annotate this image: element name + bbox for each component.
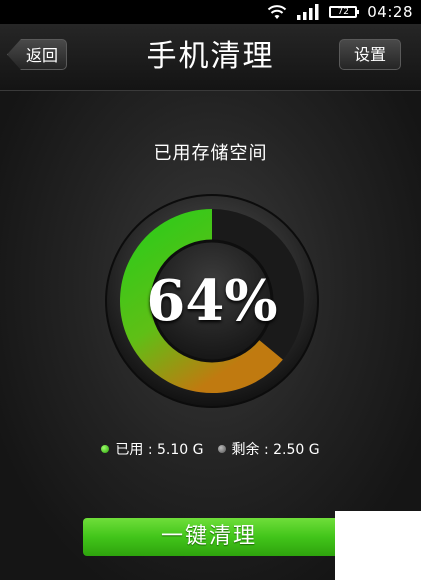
wifi-icon <box>267 4 287 20</box>
main-panel: 已用存储空间 64% 已用: 5.10 G 剩余: 2.50 G 一键清理 <box>0 91 421 580</box>
free-dot-icon <box>217 445 226 453</box>
legend-free: 剩余 : 2.50 G <box>217 439 320 459</box>
status-bar: 72 04:28 <box>0 0 421 24</box>
used-dot-icon <box>101 445 110 453</box>
used-text: 已用 : 5.10 G <box>115 442 204 458</box>
storage-gauge: 64% <box>104 193 320 409</box>
header: 返回 手机清理 设置 <box>0 24 421 91</box>
status-icons: 72 04:28 <box>267 2 413 22</box>
button-gap <box>335 511 421 580</box>
legend-used: 已用 : 5.10 G <box>101 439 204 459</box>
signal-icon <box>297 4 319 20</box>
battery-icon: 72 <box>329 6 360 18</box>
clean-button[interactable]: 一键清理 <box>83 518 335 556</box>
settings-button[interactable]: 设置 <box>339 39 401 70</box>
free-text: 剩余 : 2.50 G <box>231 442 320 458</box>
storage-label: 已用存储空间 <box>153 143 268 164</box>
status-time: 04:28 <box>367 3 413 21</box>
gauge-percent: 64% <box>146 268 278 334</box>
storage-legend: 已用 : 5.10 G 剩余 : 2.50 G <box>0 439 421 459</box>
